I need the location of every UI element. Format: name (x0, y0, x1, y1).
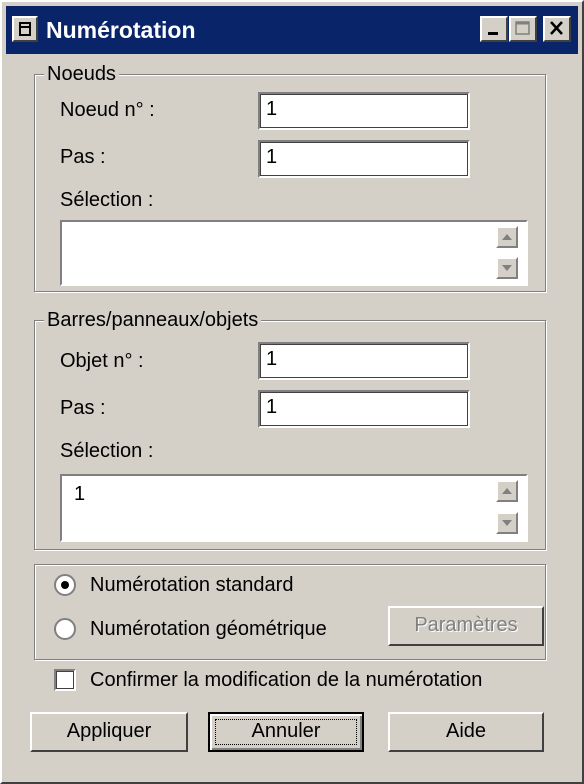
object-selection-scroll-up-button[interactable] (496, 480, 518, 502)
object-step-input[interactable]: 1 (258, 390, 470, 428)
object-step-label: Pas : (60, 397, 106, 419)
node-selection-field[interactable] (60, 220, 528, 286)
node-selection-label: Sélection : (60, 189, 154, 211)
apply-button[interactable]: Appliquer (30, 712, 188, 752)
help-button[interactable]: Aide (388, 712, 544, 752)
radio-selected-dot (61, 581, 69, 589)
standard-numbering-label[interactable]: Numérotation standard (90, 573, 293, 597)
object-selection-field[interactable]: 1 (60, 474, 528, 542)
cancel-button[interactable]: Annuler (208, 712, 364, 752)
focus-rectangle (215, 719, 357, 745)
confirm-modification-label[interactable]: Confirmer la modification de la numérota… (90, 668, 482, 692)
object-selection-scroll-down-button[interactable] (496, 512, 518, 534)
geometric-numbering-label[interactable]: Numérotation géométrique (90, 617, 327, 641)
numbering-dialog: Numérotation Noeuds Noeud n° : 1 Pas : 1… (0, 0, 584, 784)
objects-group-legend: Barres/panneaux/objets (44, 308, 262, 332)
node-number-label: Noeud n° : (60, 99, 155, 121)
geometric-numbering-radio[interactable] (54, 618, 76, 640)
window-title: Numérotation (46, 17, 196, 43)
confirm-modification-checkbox[interactable] (54, 669, 76, 691)
minimize-button[interactable] (480, 16, 508, 42)
maximize-button[interactable] (509, 16, 537, 42)
object-selection-label: Sélection : (60, 440, 154, 462)
object-selection-value: 1 (74, 483, 86, 505)
app-window-icon[interactable] (12, 16, 38, 42)
node-selection-scroll-up-button[interactable] (496, 226, 518, 248)
node-number-input[interactable]: 1 (258, 92, 470, 130)
close-button[interactable] (543, 16, 571, 42)
title-bar[interactable]: Numérotation (6, 6, 578, 54)
parameters-button[interactable]: Paramètres (388, 606, 544, 646)
node-selection-scroll-down-button[interactable] (496, 257, 518, 279)
nodes-group-legend: Noeuds (44, 62, 119, 86)
object-number-label: Objet n° : (60, 350, 144, 372)
standard-numbering-radio[interactable] (54, 574, 76, 596)
node-step-input[interactable]: 1 (258, 140, 470, 178)
object-number-input[interactable]: 1 (258, 342, 470, 380)
node-step-label: Pas : (60, 146, 106, 168)
